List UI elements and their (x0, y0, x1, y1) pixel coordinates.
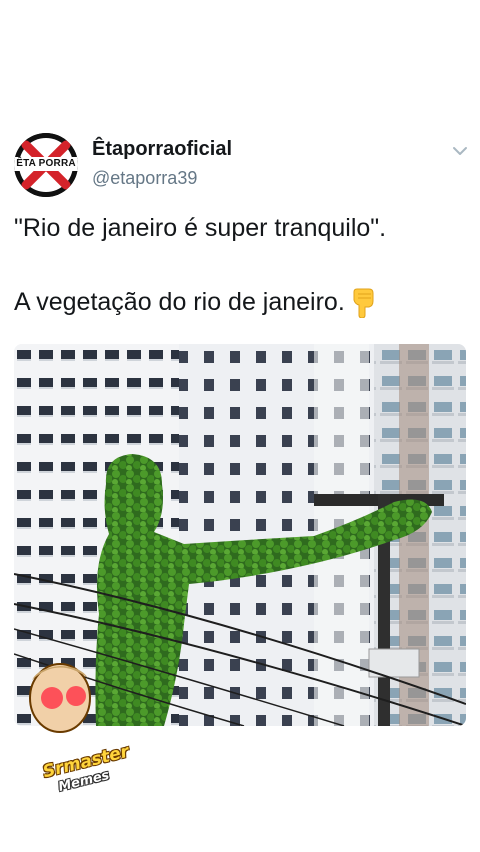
chevron-down-icon[interactable] (451, 142, 469, 160)
tweet-text-line-1: "Rio de janeiro é super tranquilo". (14, 214, 387, 242)
user-handle[interactable]: @etaporra39 (92, 168, 197, 189)
tweet-text-line-2-label: A vegetação do rio de janeiro. (14, 288, 345, 316)
avatar[interactable]: ÊTA PORRA (14, 133, 78, 197)
display-name[interactable]: Êtaporraoficial (92, 138, 232, 161)
pointing-down-hand-icon (353, 288, 374, 319)
tweet-text-line-2: A vegetação do rio de janeiro. (14, 288, 377, 319)
tweet-card: ÊTA PORRA Êtaporraoficial @etaporra39 "R… (0, 0, 480, 852)
avatar-label: ÊTA PORRA (14, 157, 78, 171)
